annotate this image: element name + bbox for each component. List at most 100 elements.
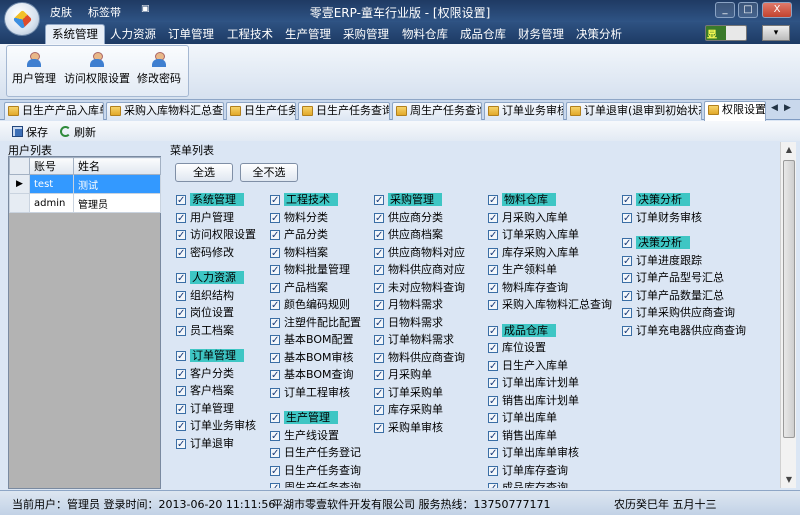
checkbox-checked-icon[interactable]	[488, 263, 498, 279]
checkbox-checked-icon[interactable]	[176, 402, 186, 418]
checkbox-checked-icon[interactable]	[374, 228, 384, 244]
menu-item-checkbox[interactable]: 日生产任务查询	[270, 463, 361, 481]
checkbox-checked-icon[interactable]	[622, 254, 632, 270]
checkbox-checked-icon[interactable]	[270, 333, 280, 349]
menu-group-checkbox[interactable]: 人力资源	[176, 270, 256, 288]
vertical-scrollbar[interactable]: ▲ ▼	[780, 142, 796, 488]
checkbox-checked-icon[interactable]	[176, 437, 186, 453]
menu-group-checkbox[interactable]: 生产管理	[270, 410, 361, 428]
checkbox-checked-icon[interactable]	[488, 411, 498, 427]
menu-group-checkbox[interactable]: 决策分析	[622, 235, 746, 253]
menu-item-checkbox[interactable]: 物料供应商对应	[374, 262, 465, 280]
checkbox-checked-icon[interactable]	[488, 281, 498, 297]
checkbox-checked-icon[interactable]	[270, 246, 280, 262]
checkbox-checked-icon[interactable]	[270, 429, 280, 445]
checkbox-checked-icon[interactable]	[374, 246, 384, 262]
menu-item-checkbox[interactable]: 订单出库单审核	[488, 445, 612, 463]
menu-item-checkbox[interactable]: 订单管理	[176, 401, 256, 419]
checkbox-checked-icon[interactable]	[270, 411, 280, 427]
tab-scroll-right-icon[interactable]: ▶	[784, 103, 791, 113]
checkbox-checked-icon[interactable]	[270, 316, 280, 332]
checkbox-checked-icon[interactable]	[270, 228, 280, 244]
menu-item-checkbox[interactable]: 用户管理	[176, 210, 256, 228]
menu-item-checkbox[interactable]: 销售出库计划单	[488, 393, 612, 411]
checkbox-checked-icon[interactable]	[176, 384, 186, 400]
checkbox-checked-icon[interactable]	[176, 271, 186, 287]
checkbox-checked-icon[interactable]	[176, 289, 186, 305]
checkbox-checked-icon[interactable]	[374, 386, 384, 402]
checkbox-checked-icon[interactable]	[488, 246, 498, 262]
checkbox-checked-icon[interactable]	[374, 193, 384, 209]
checkbox-checked-icon[interactable]	[270, 368, 280, 384]
checkbox-checked-icon[interactable]	[488, 211, 498, 227]
checkbox-checked-icon[interactable]	[488, 298, 498, 314]
checkbox-checked-icon[interactable]	[374, 351, 384, 367]
menu-item-checkbox[interactable]: 客户分类	[176, 366, 256, 384]
checkbox-checked-icon[interactable]	[488, 376, 498, 392]
checkbox-checked-icon[interactable]	[374, 298, 384, 314]
checkbox-checked-icon[interactable]	[488, 228, 498, 244]
checkbox-checked-icon[interactable]	[622, 271, 632, 287]
menu-item-checkbox[interactable]: 日生产入库单	[488, 358, 612, 376]
menu-item-checkbox[interactable]: 基本BOM查询	[270, 367, 361, 385]
checkbox-checked-icon[interactable]	[622, 211, 632, 227]
menu-group-checkbox[interactable]: 工程技术	[270, 192, 361, 210]
menu-group-checkbox[interactable]: 成品仓库	[488, 323, 612, 341]
checkbox-checked-icon[interactable]	[270, 263, 280, 279]
checkbox-checked-icon[interactable]	[176, 419, 186, 435]
menu-item-checkbox[interactable]: 订单进度跟踪	[622, 253, 746, 271]
menu-item-checkbox[interactable]: 月采购入库单	[488, 210, 612, 228]
menu-item-checkbox[interactable]: 注塑件配比配置	[270, 315, 361, 333]
checkbox-checked-icon[interactable]	[622, 324, 632, 340]
menu-item-checkbox[interactable]: 订单采购供应商查询	[622, 305, 746, 323]
checkbox-checked-icon[interactable]	[622, 236, 632, 252]
checkbox-checked-icon[interactable]	[374, 333, 384, 349]
menu-item-checkbox[interactable]: 订单产品数量汇总	[622, 288, 746, 306]
checkbox-checked-icon[interactable]	[488, 429, 498, 445]
menu-item-checkbox[interactable]: 物料档案	[270, 245, 361, 263]
menu-item-checkbox[interactable]: 订单工程审核	[270, 385, 361, 403]
checkbox-checked-icon[interactable]	[488, 464, 498, 480]
checkbox-checked-icon[interactable]	[488, 446, 498, 462]
checkbox-checked-icon[interactable]	[176, 193, 186, 209]
scroll-thumb[interactable]	[783, 160, 795, 438]
menu-item-checkbox[interactable]: 密码修改	[176, 245, 256, 263]
menu-item-checkbox[interactable]: 供应商档案	[374, 227, 465, 245]
menu-item-checkbox[interactable]: 组织结构	[176, 288, 256, 306]
menu-group-checkbox[interactable]: 订单管理	[176, 348, 256, 366]
menu-item-checkbox[interactable]: 基本BOM审核	[270, 350, 361, 368]
checkbox-checked-icon[interactable]	[176, 228, 186, 244]
menu-item-checkbox[interactable]: 月物料需求	[374, 297, 465, 315]
menu-item-checkbox[interactable]: 采购入库物料汇总查询	[488, 297, 612, 315]
checkbox-checked-icon[interactable]	[176, 349, 186, 365]
menu-item-checkbox[interactable]: 订单产品型号汇总	[622, 270, 746, 288]
menu-item-checkbox[interactable]: 成品库存查询	[488, 480, 612, 488]
checkbox-checked-icon[interactable]	[176, 324, 186, 340]
checkbox-checked-icon[interactable]	[270, 351, 280, 367]
checkbox-checked-icon[interactable]	[488, 481, 498, 488]
menu-group-checkbox[interactable]: 采购管理	[374, 192, 465, 210]
menu-item-checkbox[interactable]: 供应商分类	[374, 210, 465, 228]
menu-item-checkbox[interactable]: 生产领料单	[488, 262, 612, 280]
checkbox-checked-icon[interactable]	[374, 316, 384, 332]
menu-item-checkbox[interactable]: 物料库存查询	[488, 280, 612, 298]
checkbox-checked-icon[interactable]	[488, 394, 498, 410]
menu-item-checkbox[interactable]: 月采购单	[374, 367, 465, 385]
checkbox-checked-icon[interactable]	[622, 193, 632, 209]
menu-item-checkbox[interactable]: 员工档案	[176, 323, 256, 341]
checkbox-checked-icon[interactable]	[176, 367, 186, 383]
checkbox-checked-icon[interactable]	[176, 246, 186, 262]
menu-item-checkbox[interactable]: 订单业务审核	[176, 418, 256, 436]
checkbox-checked-icon[interactable]	[488, 324, 498, 340]
scroll-up-icon[interactable]: ▲	[781, 142, 797, 158]
app-logo-icon[interactable]	[4, 2, 40, 36]
menu-item-checkbox[interactable]: 订单出库计划单	[488, 375, 612, 393]
menu-item-checkbox[interactable]: 订单财务审核	[622, 210, 746, 228]
checkbox-checked-icon[interactable]	[374, 421, 384, 437]
menu-item-checkbox[interactable]: 供应商物料对应	[374, 245, 465, 263]
checkbox-checked-icon[interactable]	[622, 306, 632, 322]
menu-item-checkbox[interactable]: 订单采购单	[374, 385, 465, 403]
checkbox-checked-icon[interactable]	[270, 193, 280, 209]
menu-item-checkbox[interactable]: 生产线设置	[270, 428, 361, 446]
menu-item-checkbox[interactable]: 物料分类	[270, 210, 361, 228]
